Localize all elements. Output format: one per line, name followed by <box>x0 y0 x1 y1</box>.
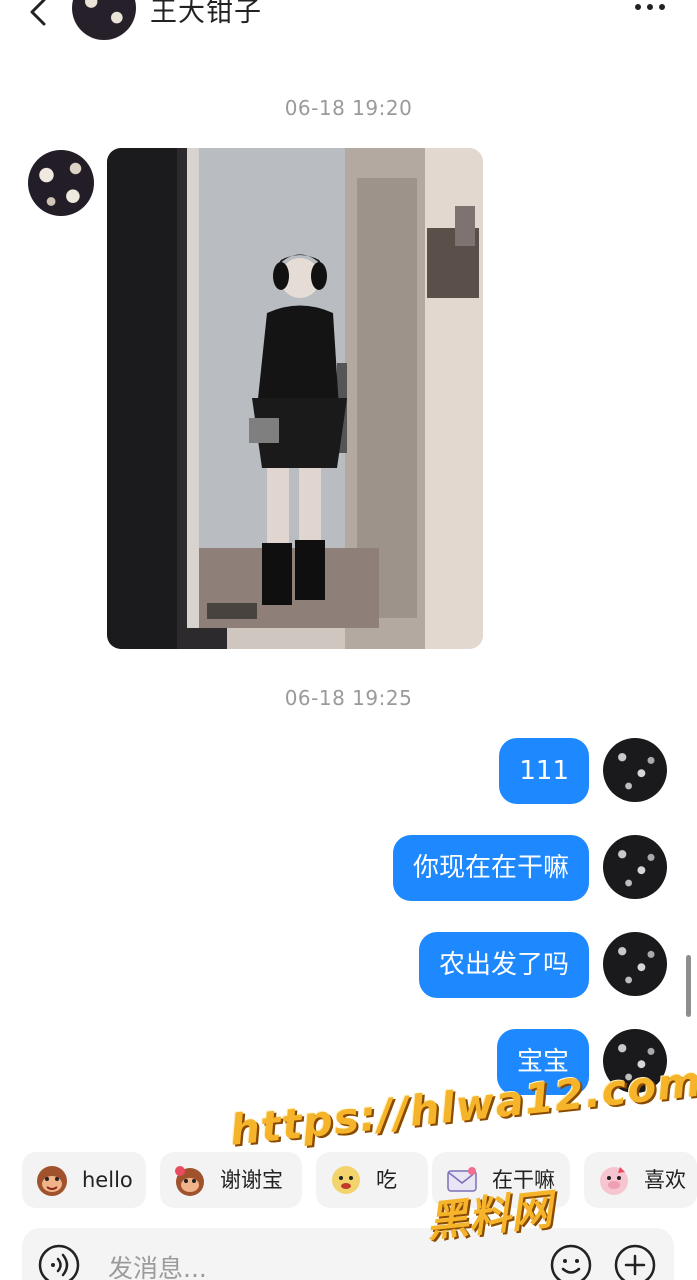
flower-monkey-emoji-icon <box>175 1166 204 1196</box>
my-avatar[interactable] <box>603 932 667 996</box>
message-bubble[interactable]: 农出发了吗 <box>418 932 589 998</box>
timestamp: 06-18 19:20 <box>284 96 413 120</box>
more-dots-icon[interactable] <box>633 0 667 14</box>
quick-reply-hello[interactable]: hello <box>22 1152 146 1208</box>
peer-avatar[interactable] <box>28 150 94 216</box>
timestamp: 06-18 19:25 <box>284 686 413 710</box>
message-row: 你现在在干嘛 <box>0 835 697 903</box>
monkey-emoji-icon <box>37 1166 67 1196</box>
message-bubble[interactable]: 111 <box>499 738 589 804</box>
watermark-text: 黑料网 <box>424 1184 555 1247</box>
scrollbar[interactable] <box>686 955 691 1017</box>
image-message[interactable] <box>107 148 483 649</box>
chat-header: 王大钳子 <box>0 0 697 66</box>
message-row: 农出发了吗 <box>0 932 697 1000</box>
quick-reply-label: hello <box>82 1168 133 1192</box>
chevron-left-icon[interactable] <box>22 0 58 30</box>
watermark: https://hlwa12.com 黑料网 <box>227 1057 697 1256</box>
message-row: 111 <box>0 738 697 806</box>
message-bubble[interactable]: 你现在在干嘛 <box>392 835 589 901</box>
my-avatar[interactable] <box>603 835 667 899</box>
my-avatar[interactable] <box>603 738 667 802</box>
voice-icon[interactable] <box>38 1244 80 1280</box>
contact-name: 王大钳子 <box>150 0 262 28</box>
contact-avatar[interactable] <box>72 0 136 40</box>
